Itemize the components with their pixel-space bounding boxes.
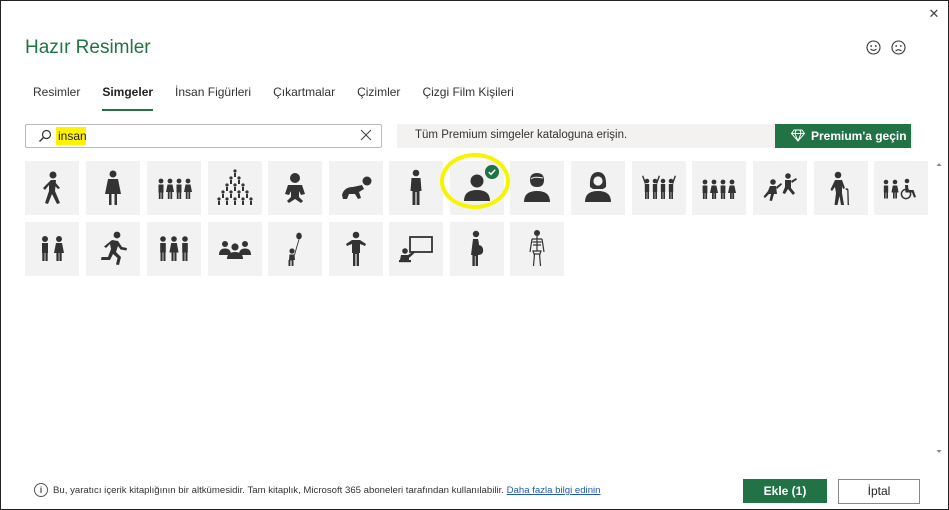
couple-icon xyxy=(42,236,64,261)
icon-tile-4[interactable] xyxy=(208,161,262,215)
diamond-icon xyxy=(791,129,805,142)
close-icon[interactable]: ✕ xyxy=(925,5,943,23)
tab-insan-figurleri[interactable]: İnsan Figürleri xyxy=(175,85,251,111)
search-box xyxy=(25,124,382,148)
icon-tile-7[interactable] xyxy=(389,161,443,215)
icon-tile-13[interactable] xyxy=(753,161,807,215)
icon-tile-3[interactable] xyxy=(147,161,201,215)
meeting-group-icon xyxy=(219,241,251,259)
man-standing-icon xyxy=(410,169,422,205)
icon-tile-19[interactable] xyxy=(208,222,262,276)
tab-cizgi-film-kisileri[interactable]: Çizgi Film Kişileri xyxy=(422,85,513,111)
premium-banner-text: Tüm Premium simgeler kataloguna erişin. xyxy=(415,129,628,141)
group-of-three-people-icon xyxy=(160,236,188,261)
icon-tile-1[interactable] xyxy=(25,161,79,215)
add-button[interactable]: Ekle (1) xyxy=(743,479,827,503)
tab-resimler[interactable]: Resimler xyxy=(33,85,80,111)
icon-tile-11[interactable] xyxy=(632,161,686,215)
icon-tile-6[interactable] xyxy=(329,161,383,215)
icon-tile-23[interactable] xyxy=(450,222,504,276)
icon-tile-18[interactable] xyxy=(147,222,201,276)
elderly-with-cane-icon xyxy=(830,171,849,205)
smile-icon[interactable] xyxy=(866,40,881,55)
tab-simgeler[interactable]: Simgeler xyxy=(102,85,153,111)
running-person-icon xyxy=(101,231,127,265)
icon-tile-21[interactable] xyxy=(329,222,383,276)
crawling-baby-icon xyxy=(342,176,372,199)
dialog-window: ✕ Hazır Resimler Resimler Simgeler İnsan… xyxy=(0,0,949,510)
people-raising-hands-icon xyxy=(642,175,676,199)
icon-tile-22[interactable] xyxy=(389,222,443,276)
info-icon: i xyxy=(34,483,48,497)
icon-tile-10[interactable] xyxy=(571,161,625,215)
tab-bar: Resimler Simgeler İnsan Figürleri Çıkart… xyxy=(33,85,536,111)
search-input[interactable] xyxy=(58,127,358,145)
skeleton-icon xyxy=(529,230,545,267)
icon-tile-17[interactable] xyxy=(86,222,140,276)
dialog-title: Hazır Resimler xyxy=(25,37,151,58)
icon-tile-16[interactable] xyxy=(25,222,79,276)
child-with-balloon-icon xyxy=(288,232,302,266)
frown-icon[interactable] xyxy=(891,40,906,55)
woman-bust-icon xyxy=(585,172,611,202)
go-premium-label: Premium'a geçin xyxy=(811,129,907,143)
baby-icon xyxy=(285,173,305,203)
person-shrugging-icon xyxy=(346,231,366,266)
check-icon xyxy=(485,165,499,179)
tab-cizimler[interactable]: Çizimler xyxy=(357,85,400,111)
cancel-button[interactable]: İptal xyxy=(838,479,920,504)
family-group-icon xyxy=(702,179,736,199)
crowd-pyramid-icon xyxy=(217,169,253,205)
footer-info-text: Bu, yaratıcı içerik kitaplığının bir alt… xyxy=(53,485,504,496)
clear-search-icon[interactable] xyxy=(359,128,373,142)
vertical-scrollbar[interactable] xyxy=(935,161,943,455)
search-icon xyxy=(39,129,52,142)
presenter-at-board-icon xyxy=(399,236,433,263)
icon-tile-5[interactable] xyxy=(268,161,322,215)
woman-icon xyxy=(105,170,121,205)
icon-tile-20[interactable] xyxy=(268,222,322,276)
learn-more-link[interactable]: Daha fazla bilgi edinin xyxy=(507,485,601,496)
go-premium-button[interactable]: Premium'a geçin xyxy=(775,124,911,148)
icon-tile-12[interactable] xyxy=(692,161,746,215)
tab-cikartmalar[interactable]: Çıkartmalar xyxy=(273,85,335,111)
icon-tile-14[interactable] xyxy=(814,161,868,215)
kids-dancing-icon xyxy=(763,173,797,201)
footer-info: Bu, yaratıcı içerik kitaplığının bir alt… xyxy=(53,485,601,496)
pregnant-woman-icon xyxy=(471,230,484,266)
icon-tile-9[interactable] xyxy=(510,161,564,215)
icon-tile-15[interactable] xyxy=(874,161,928,215)
walking-person-icon xyxy=(43,171,60,204)
man-bust-icon xyxy=(524,173,550,202)
icon-tile-2[interactable] xyxy=(86,161,140,215)
icon-tile-24[interactable] xyxy=(510,222,564,276)
group-of-four-people-icon xyxy=(158,178,192,199)
people-with-wheelchair-icon xyxy=(883,178,916,200)
